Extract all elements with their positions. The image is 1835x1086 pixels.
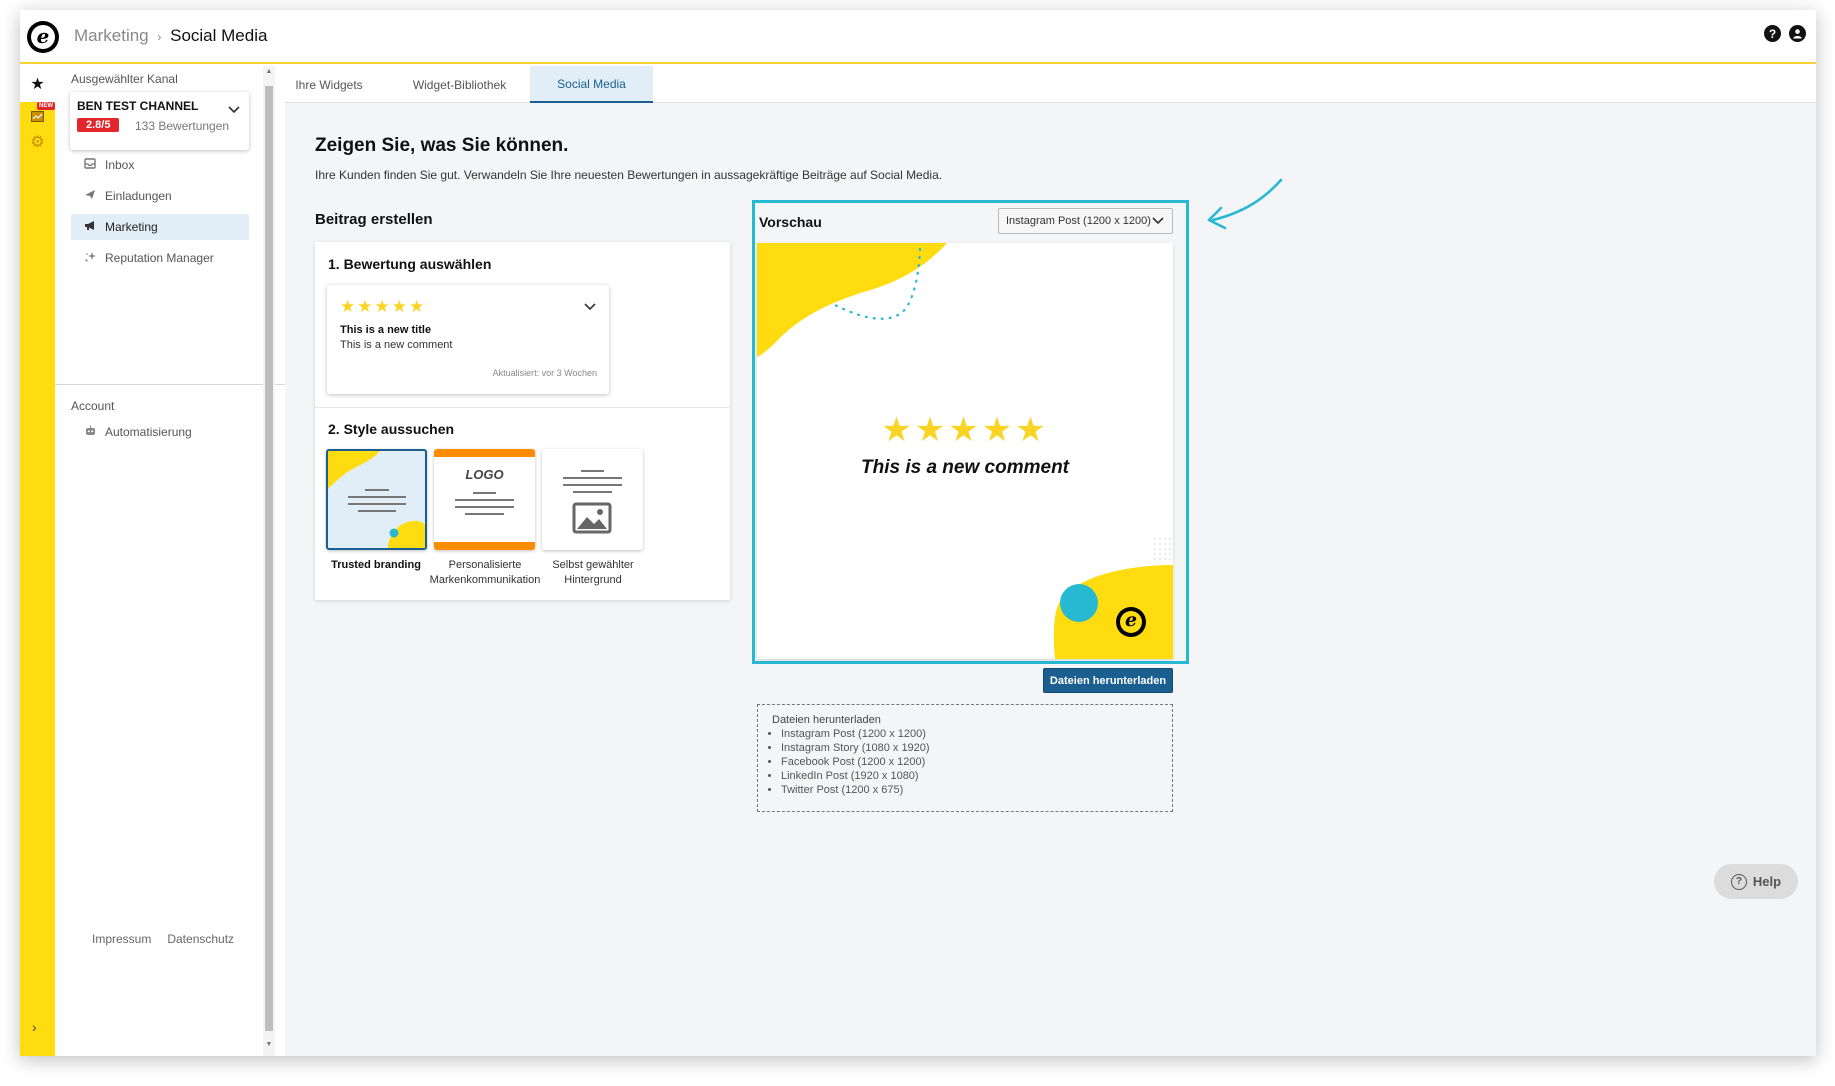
style-personalisierte-markenkommunikation[interactable]: LOGO: [434, 449, 535, 550]
datenschutz-link[interactable]: Datenschutz: [167, 932, 234, 946]
style-trusted-branding[interactable]: [326, 449, 427, 550]
format-select[interactable]: Instagram Post (1200 x 1200): [998, 208, 1173, 234]
expand-sidebar-icon[interactable]: ›: [32, 1019, 37, 1035]
step2-title: 2. Style aussuchen: [328, 421, 455, 437]
channel-name: BEN TEST CHANNEL: [77, 99, 199, 113]
channel-selector[interactable]: BEN TEST CHANNEL 2.8/5 133 Bewertungen: [70, 92, 249, 150]
review-count: 133 Bewertungen: [135, 119, 230, 133]
list-item: Twitter Post (1200 x 675): [781, 783, 1172, 797]
list-item: Instagram Post (1200 x 1200): [781, 727, 1172, 741]
sidebar-item-label: Inbox: [105, 158, 135, 172]
list-item: LinkedIn Post (1920 x 1080): [781, 769, 1172, 783]
format-select-value: Instagram Post (1200 x 1200): [1006, 215, 1151, 227]
app-window: e Marketing › Social Media ? ★ NEW ⚙ › A…: [20, 10, 1816, 1056]
chevron-down-icon: [228, 101, 240, 117]
card-divider: [315, 407, 730, 408]
channel-label: Ausgewählter Kanal: [71, 72, 178, 86]
preview-stars: ★★★★★: [881, 411, 1049, 449]
page-intro: Ihre Kunden finden Sie gut. Verwandeln S…: [315, 168, 943, 182]
sidebar: Ausgewählter Kanal BEN TEST CHANNEL 2.8/…: [55, 66, 285, 1056]
review-title: This is a new title: [340, 324, 432, 336]
robot-icon: [81, 425, 99, 440]
breadcrumb: Marketing › Social Media: [74, 26, 267, 46]
sidebar-item-label: Automatisierung: [105, 425, 192, 439]
tab-ihre-widgets[interactable]: Ihre Widgets: [285, 66, 373, 103]
tab-bar: Ihre Widgets Widget-Bibliothek Social Me…: [285, 66, 1816, 103]
preview-panel: Vorschau Instagram Post (1200 x 1200) e …: [752, 200, 1189, 664]
user-icon[interactable]: [1789, 25, 1806, 42]
sidebar-item-reputation-manager[interactable]: Reputation Manager: [71, 245, 249, 271]
send-icon: [81, 189, 99, 203]
help-circle-icon: ?: [1730, 873, 1747, 890]
style-label-personalisierte: Personalisierte Markenkommunikation: [429, 559, 541, 586]
sidebar-item-einladungen[interactable]: Einladungen: [71, 183, 249, 209]
sidebar-item-automatisierung[interactable]: Automatisierung: [71, 419, 249, 445]
account-label: Account: [71, 399, 115, 413]
impressum-link[interactable]: Impressum: [92, 932, 151, 946]
list-item: Facebook Post (1200 x 1200): [781, 755, 1172, 769]
logo-letter: e: [31, 25, 55, 49]
preview-logo-letter: e: [1124, 609, 1138, 631]
annotation-arrow-icon: [1207, 178, 1283, 230]
scroll-down-icon[interactable]: ▼: [263, 1041, 275, 1048]
image-placeholder-icon: [563, 470, 622, 534]
text-lines-icon: [455, 492, 514, 515]
sparkle-icon: [81, 251, 99, 266]
create-post-heading: Beitrag erstellen: [315, 211, 433, 228]
list-item: Instagram Story (1080 x 1920): [781, 741, 1172, 755]
style-label-selbst-gewaehlt: Selbst gewählter Hintergrund: [552, 559, 634, 586]
help-icon[interactable]: ?: [1764, 25, 1781, 42]
chevron-down-icon: [1152, 213, 1164, 228]
sidebar-item-label: Einladungen: [105, 189, 172, 203]
help-label: Help: [1752, 874, 1782, 889]
help-button[interactable]: ? Help: [1714, 864, 1798, 899]
download-files-button[interactable]: Dateien herunterladen: [1043, 668, 1173, 693]
trusted-branding-thumbnail: [328, 451, 425, 548]
sidebar-scrollbar[interactable]: ▲ ▼: [263, 66, 275, 1056]
page-title: Zeigen Sie, was Sie können.: [315, 135, 569, 156]
megaphone-icon: [81, 220, 99, 234]
top-icons: ?: [1764, 25, 1806, 42]
review-stars: ★★★★★: [340, 297, 427, 316]
star-icon[interactable]: ★: [20, 66, 55, 102]
main-content: Ihre Widgets Widget-Bibliothek Social Me…: [285, 66, 1816, 1056]
app-rail: ★ NEW ⚙ ›: [20, 66, 55, 1056]
download-list: Instagram Post (1200 x 1200) Instagram S…: [772, 727, 1172, 797]
review-comment: This is a new comment: [340, 339, 453, 351]
review-updated: Aktualisiert: vor 3 Wochen: [492, 368, 597, 378]
gear-icon[interactable]: ⚙: [20, 124, 55, 160]
top-bar: e Marketing › Social Media ?: [20, 10, 1816, 64]
sidebar-item-inbox[interactable]: Inbox: [71, 152, 249, 178]
breadcrumb-separator: ›: [157, 30, 162, 44]
breadcrumb-parent[interactable]: Marketing: [74, 26, 149, 45]
preview-title: Vorschau: [759, 214, 822, 230]
step1-title: 1. Bewertung auswählen: [328, 256, 492, 272]
sidebar-item-marketing[interactable]: Marketing: [71, 214, 249, 240]
preview-comment: This is a new comment: [861, 457, 1069, 478]
preview-decoration: [757, 243, 1173, 659]
inbox-icon: [81, 158, 99, 172]
placeholder-spacer: [71, 361, 249, 387]
breadcrumb-current: Social Media: [170, 26, 268, 45]
tab-widget-bibliothek[interactable]: Widget-Bibliothek: [393, 66, 526, 103]
sidebar-item-label: Reputation Manager: [105, 251, 214, 265]
style-label-trusted-branding: Trusted branding: [331, 559, 421, 571]
sidebar-footer: Impressum Datenschutz: [92, 932, 234, 946]
preview-canvas: e ★★★★★ This is a new comment: [757, 243, 1173, 659]
scrollbar-thumb[interactable]: [265, 86, 273, 1031]
rating-badge: 2.8/5: [77, 118, 120, 132]
review-selector[interactable]: ★★★★★ This is a new title This is a new …: [327, 285, 609, 394]
download-list-box: Dateien herunterladen Instagram Post (12…: [757, 704, 1173, 812]
trusted-shops-logo[interactable]: e: [27, 21, 59, 53]
tab-social-media[interactable]: Social Media: [530, 66, 653, 103]
sidebar-item-label: Marketing: [105, 220, 158, 234]
create-post-card: 1. Bewertung auswählen ★★★★★ This is a n…: [315, 242, 730, 600]
style-selbst-gewaehlter-hintergrund[interactable]: [542, 449, 643, 550]
scroll-up-icon[interactable]: ▲: [263, 68, 275, 75]
new-badge: NEW: [37, 102, 55, 110]
chevron-down-icon: [584, 298, 596, 314]
download-list-title: Dateien herunterladen: [772, 714, 881, 726]
